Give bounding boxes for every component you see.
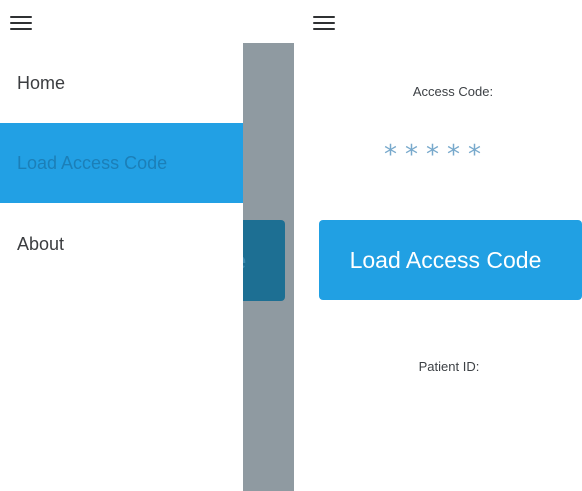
drawer-item-home[interactable]: Home — [0, 43, 243, 123]
drawer-item-label: About — [17, 233, 65, 254]
drawer-screen: Home Load Access Code About e — [0, 0, 294, 491]
drawer-item-label: Home — [17, 72, 66, 93]
drawer-item-load-access-code[interactable]: Load Access Code — [0, 123, 243, 203]
drawer-item-about[interactable]: About — [0, 204, 243, 284]
main-screen: Access Code: ***** Load Access Code Pati… — [294, 0, 582, 491]
access-code-label: Access Code: — [412, 84, 494, 99]
hamburger-menu-icon[interactable] — [313, 16, 335, 32]
navigation-drawer: Home Load Access Code About — [0, 0, 243, 491]
drawer-item-label: Load Access Code — [17, 152, 168, 173]
covered-button-text: e — [243, 248, 246, 276]
covered-load-button: e — [243, 220, 285, 301]
load-access-code-button[interactable]: Load Access Code — [319, 220, 582, 300]
patient-id-label: Patient ID: — [418, 359, 480, 374]
access-code-field[interactable]: ***** — [384, 140, 524, 170]
hamburger-menu-icon[interactable] — [10, 16, 32, 32]
